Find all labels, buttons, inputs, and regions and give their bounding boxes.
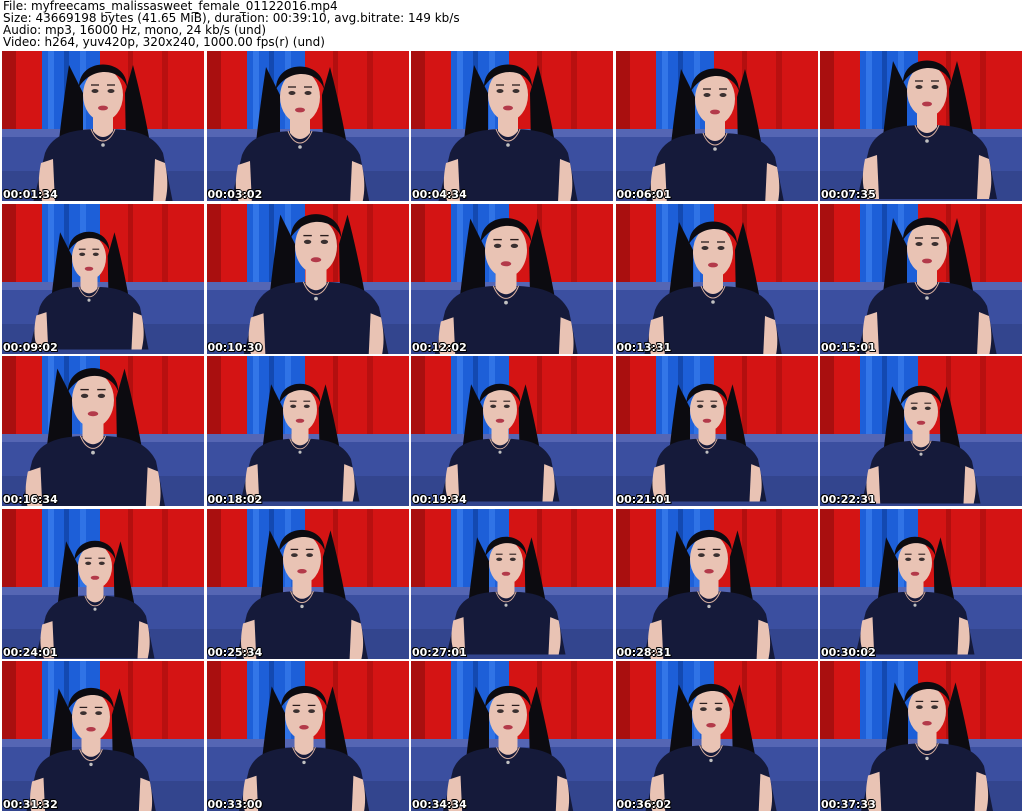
video-thumbnail: 00:21:01 <box>615 356 818 506</box>
thumbnail-frame <box>206 203 409 354</box>
file-info-header: File: myfreecams_malissasweet_female_011… <box>3 0 1021 50</box>
thumbnail-frame <box>615 356 818 506</box>
thumbnail-timestamp: 00:34:34 <box>412 798 467 811</box>
thumbnail-frame <box>615 508 818 659</box>
thumbnail-frame <box>411 356 613 506</box>
thumbnail-timestamp: 00:30:02 <box>821 645 876 659</box>
thumbnail-frame <box>820 51 1022 201</box>
thumbnail-timestamp: 00:06:01 <box>616 188 672 201</box>
thumbnail-frame <box>820 356 1022 506</box>
video-thumbnail: 00:09:02 <box>2 203 204 354</box>
video-thumbnail: 00:36:02 <box>615 661 818 811</box>
video-info-line: Video: h264, yuv420p, 320x240, 1000.00 f… <box>3 35 325 49</box>
video-thumbnail: 00:03:02 <box>206 51 409 201</box>
thumbnail-frame <box>615 661 818 811</box>
thumbnail-frame <box>2 661 204 811</box>
video-thumbnail: 00:19:34 <box>411 356 613 506</box>
video-thumbnail: 00:18:02 <box>206 356 409 506</box>
video-thumbnail: 00:25:34 <box>206 508 409 659</box>
thumbnail-timestamp: 00:27:01 <box>412 645 467 659</box>
video-thumbnail: 00:06:01 <box>615 51 818 201</box>
thumbnail-frame <box>2 51 204 201</box>
thumbnail-timestamp: 00:12:02 <box>412 340 467 354</box>
video-thumbnail: 00:31:32 <box>2 661 204 811</box>
thumbnail-frame <box>820 661 1022 811</box>
thumbnail-frame <box>206 356 409 506</box>
video-thumbnail: 00:04:34 <box>411 51 613 201</box>
thumbnail-timestamp: 00:21:01 <box>616 493 672 506</box>
thumbnail-timestamp: 00:37:33 <box>821 798 876 811</box>
thumbnail-timestamp: 00:18:02 <box>207 493 263 506</box>
video-thumbnail: 00:33:00 <box>206 661 409 811</box>
video-thumbnail: 00:13:31 <box>615 203 818 354</box>
video-thumbnail: 00:22:31 <box>820 356 1022 506</box>
video-thumbnail: 00:12:02 <box>411 203 613 354</box>
thumbnail-frame <box>206 51 409 201</box>
thumbnail-frame <box>2 508 204 659</box>
thumbnail-frame <box>2 356 204 506</box>
thumbnail-frame <box>2 203 204 354</box>
thumbnail-frame <box>615 51 818 201</box>
thumbnail-timestamp: 00:33:00 <box>207 798 263 811</box>
video-thumbnail: 00:27:01 <box>411 508 613 659</box>
thumbnail-timestamp: 00:15:01 <box>821 340 876 354</box>
thumbnail-timestamp: 00:04:34 <box>412 188 467 201</box>
thumbnail-frame <box>615 203 818 354</box>
thumbnail-timestamp: 00:13:31 <box>616 340 672 354</box>
video-thumbnail: 00:28:31 <box>615 508 818 659</box>
video-thumbnail: 00:16:34 <box>2 356 204 506</box>
video-thumbnail: 00:15:01 <box>820 203 1022 354</box>
thumbnail-frame <box>206 661 409 811</box>
thumbnail-timestamp: 00:31:32 <box>3 798 58 811</box>
thumbnail-frame <box>820 508 1022 659</box>
thumbnail-timestamp: 00:03:02 <box>207 188 263 201</box>
thumbnail-frame <box>411 203 613 354</box>
video-thumbnail: 00:10:30 <box>206 203 409 354</box>
video-thumbnail: 00:37:33 <box>820 661 1022 811</box>
thumbnail-timestamp: 00:28:31 <box>616 645 672 659</box>
video-thumbnail: 00:07:35 <box>820 51 1022 201</box>
thumbnail-timestamp: 00:10:30 <box>207 340 263 354</box>
thumbnail-grid: 00:01:34 00:03:02 00:04:34 00:06:01 00:0… <box>2 51 1022 811</box>
thumbnail-timestamp: 00:24:01 <box>3 645 58 659</box>
thumbnail-frame <box>206 508 409 659</box>
thumbnail-frame <box>411 508 613 659</box>
thumbnail-frame <box>820 203 1022 354</box>
thumbnail-timestamp: 00:09:02 <box>3 340 58 354</box>
thumbnail-timestamp: 00:22:31 <box>821 493 876 506</box>
video-thumbnail: 00:30:02 <box>820 508 1022 659</box>
thumbnail-timestamp: 00:16:34 <box>3 493 58 506</box>
video-thumbnail: 00:24:01 <box>2 508 204 659</box>
thumbnail-frame <box>411 51 613 201</box>
thumbnail-timestamp: 00:19:34 <box>412 493 467 506</box>
thumbnail-timestamp: 00:25:34 <box>207 645 263 659</box>
thumbnail-timestamp: 00:36:02 <box>616 798 672 811</box>
thumbnail-frame <box>411 661 613 811</box>
thumbnail-timestamp: 00:01:34 <box>3 188 58 201</box>
video-thumbnail: 00:01:34 <box>2 51 204 201</box>
thumbnail-timestamp: 00:07:35 <box>821 188 876 201</box>
video-thumbnail: 00:34:34 <box>411 661 613 811</box>
